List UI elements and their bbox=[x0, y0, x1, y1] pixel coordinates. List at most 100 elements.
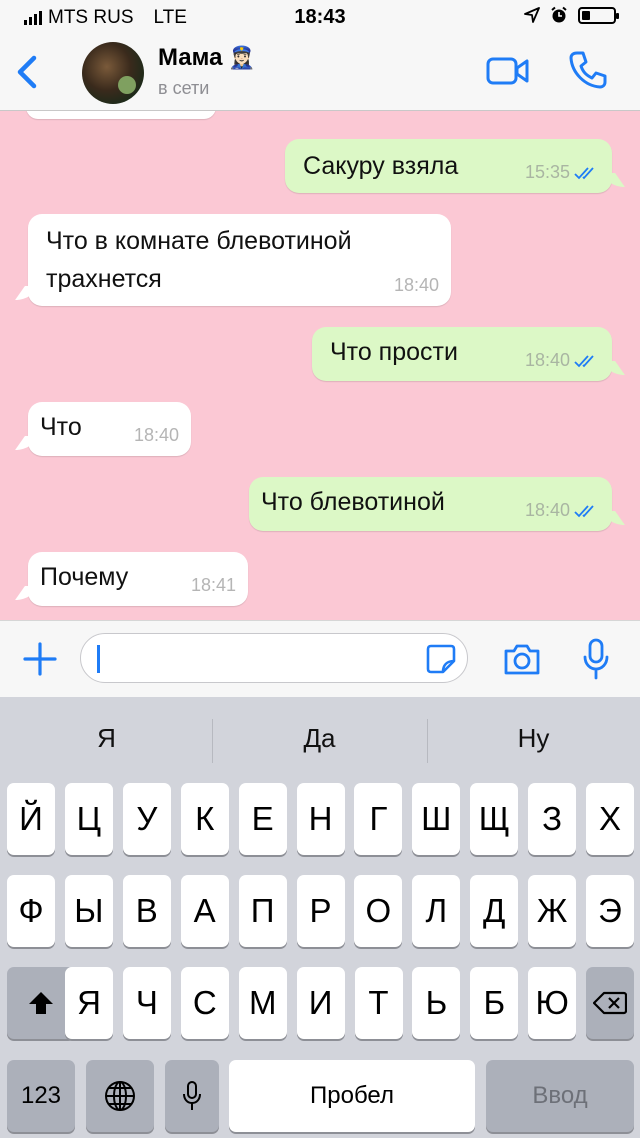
message-meta: 18:41 bbox=[191, 575, 236, 596]
message-meta: 18:40 bbox=[134, 425, 179, 446]
bubble-tail bbox=[15, 286, 41, 300]
globe-key[interactable] bbox=[86, 1060, 154, 1132]
key-letter[interactable]: О bbox=[354, 875, 403, 947]
key-letter[interactable]: В bbox=[122, 875, 171, 947]
message-time: 15:35 bbox=[524, 162, 570, 182]
message-text: Что в комнате блевотиной трахнется bbox=[46, 227, 352, 293]
key-letter[interactable]: М bbox=[238, 967, 287, 1039]
message-text: Почему bbox=[40, 563, 129, 591]
key-letter[interactable]: Я bbox=[65, 967, 113, 1039]
message-input[interactable] bbox=[80, 633, 468, 683]
camera-icon[interactable] bbox=[502, 641, 542, 677]
suggestion-bar: Я Да Ну bbox=[0, 697, 640, 783]
key-letter[interactable]: Ш bbox=[412, 783, 461, 855]
video-call-icon[interactable] bbox=[486, 56, 530, 86]
microphone-icon[interactable] bbox=[582, 637, 610, 681]
key-letter[interactable]: Ф bbox=[7, 875, 55, 947]
key-letter[interactable]: Ж bbox=[528, 875, 577, 947]
message-time: 18:40 bbox=[524, 350, 570, 370]
key-letter[interactable]: Щ bbox=[470, 783, 519, 855]
avatar[interactable] bbox=[82, 42, 144, 104]
message-bubble-in[interactable]: Почему 18:41 bbox=[15, 552, 248, 606]
key-letter[interactable]: Р bbox=[296, 875, 345, 947]
suggestion-item[interactable]: Ну bbox=[427, 723, 640, 754]
chat-header: Мама 👮🏻‍♀️ в сети bbox=[0, 36, 640, 111]
key-letter[interactable]: Д bbox=[470, 875, 519, 947]
status-bar: MTS RUS LTE 18:43 bbox=[0, 0, 640, 36]
suggestion-item[interactable]: Я bbox=[0, 723, 213, 754]
globe-icon bbox=[105, 1081, 135, 1111]
back-chevron-icon[interactable] bbox=[10, 50, 44, 94]
bubble-tail bbox=[15, 586, 41, 600]
location-arrow-icon bbox=[524, 7, 540, 23]
message-bubble-out[interactable]: Что прости 18:40 bbox=[312, 327, 625, 381]
message-time: 18:40 bbox=[393, 275, 439, 295]
key-letter[interactable]: Ц bbox=[64, 783, 113, 855]
dictation-key[interactable] bbox=[165, 1060, 219, 1132]
plus-icon[interactable] bbox=[22, 641, 58, 677]
keyboard: Я Да Ну ЙЦУКЕНГШЩЗХ ФЫВАПРОЛДЖЭ ЯЧСМИТЬБ… bbox=[0, 697, 640, 1138]
key-letter[interactable]: И bbox=[296, 967, 345, 1039]
bubble-tail bbox=[599, 511, 625, 525]
return-key[interactable]: Ввод bbox=[486, 1060, 634, 1132]
numbers-key[interactable]: 123 bbox=[7, 1060, 75, 1132]
message-time: 18:40 bbox=[133, 425, 179, 445]
key-letter[interactable]: Э bbox=[586, 875, 634, 947]
key-letter[interactable]: З bbox=[528, 783, 577, 855]
shift-icon bbox=[29, 992, 53, 1014]
key-letter[interactable]: Т bbox=[354, 967, 403, 1039]
key-letter[interactable]: Г bbox=[354, 783, 403, 855]
battery-icon bbox=[578, 6, 619, 24]
contact-emoji: 👮🏻‍♀️ bbox=[228, 45, 256, 70]
message-text: Что прости bbox=[330, 338, 458, 366]
read-checkmarks-icon bbox=[574, 166, 594, 179]
bubble-tail bbox=[599, 173, 625, 187]
microphone-icon bbox=[183, 1081, 201, 1110]
contact-name: Мама bbox=[158, 44, 223, 71]
key-letter[interactable]: Л bbox=[412, 875, 461, 947]
message-text: Что блевотиной bbox=[261, 488, 445, 516]
key-letter[interactable]: Х bbox=[586, 783, 634, 855]
key-letter[interactable]: П bbox=[238, 875, 287, 947]
read-checkmarks-icon bbox=[574, 504, 594, 517]
message-bubble-in[interactable]: Что в комнате блевотиной трахнется 18:40 bbox=[15, 214, 451, 306]
status-right bbox=[524, 6, 619, 24]
bubble-tail bbox=[15, 436, 41, 450]
key-letter[interactable]: Б bbox=[470, 967, 519, 1039]
key-letter[interactable]: Ю bbox=[528, 967, 577, 1039]
contact-name-row[interactable]: Мама 👮🏻‍♀️ bbox=[158, 44, 256, 72]
message-time: 18:40 bbox=[524, 500, 570, 520]
message-text: Сакуру взяла bbox=[303, 152, 459, 180]
suggestion-item[interactable]: Да bbox=[213, 723, 426, 754]
message-meta: 15:35 bbox=[525, 162, 600, 183]
alarm-icon bbox=[551, 6, 567, 23]
phone-icon[interactable] bbox=[568, 50, 608, 90]
sticker-icon[interactable] bbox=[425, 643, 457, 675]
backspace-key[interactable] bbox=[586, 967, 634, 1039]
key-letter[interactable]: Ь bbox=[412, 967, 461, 1039]
key-letter[interactable]: Е bbox=[238, 783, 287, 855]
message-bubble-partial bbox=[26, 111, 216, 119]
backspace-icon bbox=[593, 991, 627, 1015]
message-meta: 18:40 bbox=[525, 500, 600, 521]
key-letter[interactable]: К bbox=[180, 783, 229, 855]
text-caret bbox=[97, 645, 100, 673]
key-letter[interactable]: Ч bbox=[122, 967, 171, 1039]
message-time: 18:41 bbox=[190, 575, 236, 595]
message-meta: 18:40 bbox=[394, 275, 439, 296]
message-meta: 18:40 bbox=[525, 350, 600, 371]
key-letter[interactable]: С bbox=[180, 967, 229, 1039]
key-letter[interactable]: Й bbox=[7, 783, 55, 855]
key-letter[interactable]: Ы bbox=[64, 875, 113, 947]
message-bubble-out[interactable]: Что блевотиной 18:40 bbox=[249, 477, 625, 531]
message-bubble-in[interactable]: Что 18:40 bbox=[15, 402, 191, 456]
key-letter[interactable]: Н bbox=[296, 783, 345, 855]
chat-area[interactable]: Сакуру взяла 15:35 Что в комнате блевоти… bbox=[0, 111, 640, 620]
message-bubble-out[interactable]: Сакуру взяла 15:35 bbox=[285, 139, 625, 193]
bubble-tail bbox=[599, 361, 625, 375]
key-letter[interactable]: У bbox=[122, 783, 171, 855]
read-checkmarks-icon bbox=[574, 354, 594, 367]
key-letter[interactable]: А bbox=[180, 875, 229, 947]
space-key[interactable]: Пробел bbox=[229, 1060, 475, 1132]
message-composer bbox=[0, 620, 640, 697]
